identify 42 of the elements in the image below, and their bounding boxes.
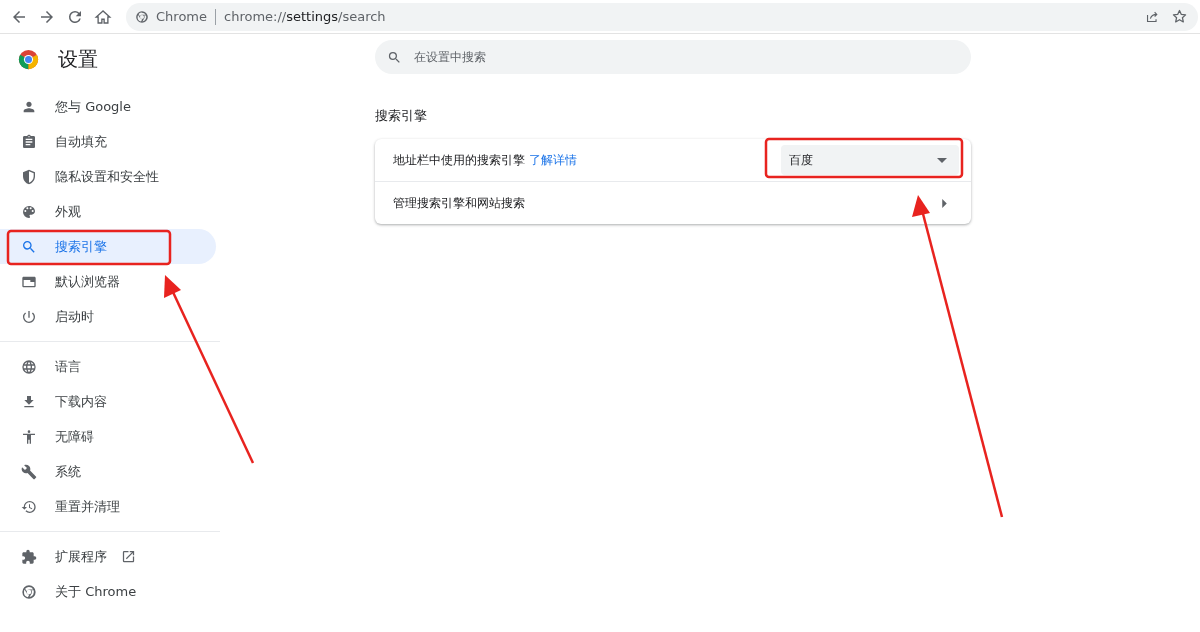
learn-more-link[interactable]: 了解详情 xyxy=(528,152,577,167)
wrench-icon xyxy=(21,463,37,480)
search-field[interactable]: 在设置中搜索 xyxy=(375,40,971,74)
chrome-logo-icon xyxy=(18,48,39,70)
circle-logo-icon xyxy=(21,583,37,600)
globe-icon xyxy=(21,358,37,375)
clipboard-icon xyxy=(21,133,37,150)
history-icon xyxy=(21,498,37,515)
section-title: 搜索引擎 xyxy=(375,107,428,125)
chevron-right-icon[interactable] xyxy=(942,198,947,208)
sidebar-item[interactable]: 扩展程序 xyxy=(0,539,216,574)
dropdown-caret-icon xyxy=(937,157,947,163)
sidebar-item[interactable]: 您与 Google xyxy=(0,89,216,124)
sidebar-item[interactable]: 语言 xyxy=(0,349,216,384)
circle-logo-icon xyxy=(135,9,149,24)
download-icon xyxy=(21,393,37,410)
setting-label: 管理搜索引擎和网站搜索 xyxy=(393,194,526,212)
sidebar-item[interactable]: 隐私设置和安全性 xyxy=(0,159,216,194)
sidebar-item[interactable]: 下载内容 xyxy=(0,384,216,419)
sidebar-item[interactable]: 关于 Chrome xyxy=(0,574,216,609)
sidebar-item[interactable]: 重置并清理 xyxy=(0,489,216,524)
sidebar-item[interactable]: 系统 xyxy=(0,454,216,489)
address-bar[interactable]: Chrome chrome://settings/search xyxy=(126,2,1198,31)
accessibility-icon xyxy=(21,428,37,445)
url-text: chrome://settings/search xyxy=(224,9,386,24)
star-icon[interactable] xyxy=(1171,8,1188,25)
puzzle-icon xyxy=(21,548,37,565)
sidebar-item[interactable]: 搜索引擎 xyxy=(0,229,216,264)
sidebar-item[interactable]: 无障碍 xyxy=(0,419,216,454)
page-title: 设置 xyxy=(58,45,98,73)
search-engine-dropdown[interactable]: 百度 xyxy=(781,145,959,175)
setting-label: 地址栏中使用的搜索引擎 了解详情 xyxy=(393,151,578,169)
search-icon xyxy=(387,50,402,65)
sidebar-item[interactable]: 启动时 xyxy=(0,299,216,334)
sidebar-item[interactable]: 外观 xyxy=(0,194,216,229)
shield-icon xyxy=(21,168,37,185)
sidebar-item[interactable]: 默认浏览器 xyxy=(0,264,216,299)
palette-icon xyxy=(21,203,37,220)
power-icon xyxy=(21,308,37,325)
sidebar-item[interactable]: 自动填充 xyxy=(0,124,216,159)
search-icon xyxy=(21,238,37,255)
site-label: Chrome xyxy=(156,9,207,24)
